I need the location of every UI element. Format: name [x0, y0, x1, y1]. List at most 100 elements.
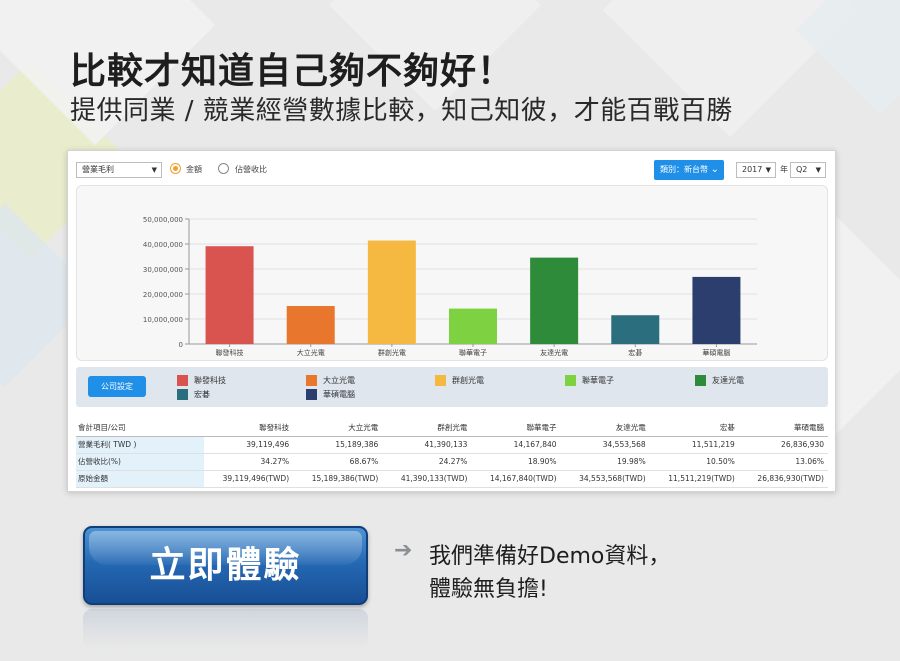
x-tick-label: 華碩電腦 [702, 348, 730, 357]
legend-label: 大立光電 [323, 376, 355, 385]
year-select-value: 2017 [742, 165, 763, 174]
table-header-cell: 聯發科技 [204, 419, 294, 437]
chart-panel: 0 10,000,000 20,000,000 30,000,000 40,000,00… [76, 185, 828, 361]
legend-item[interactable]: 聯發科技 [177, 375, 226, 386]
y-tick-label: 30,000,000 [143, 266, 183, 274]
legend-item[interactable]: 華碩電腦 [306, 389, 355, 400]
category-button-label: 類別：新台幣 [660, 165, 708, 174]
table-header-cell: 友達光電 [560, 419, 650, 437]
table-header-cell: 宏碁 [649, 419, 739, 437]
company-settings-button[interactable]: 公司設定 [88, 376, 146, 397]
table-cell: 14,167,840 [471, 436, 561, 454]
quarter-select-value: Q2 [796, 165, 808, 174]
legend-label: 聯華電子 [582, 376, 614, 385]
year-select[interactable]: 2017 ▼ [736, 162, 776, 178]
legend-swatch [177, 375, 188, 386]
metric-select[interactable]: 營業毛利 ▼ [76, 162, 162, 178]
comparison-table: 會計項目/公司 聯發科技 大立光電 群創光電 聯華電子 友達光電 宏碁 華碩電腦… [76, 419, 828, 488]
table-cell: 34,553,568(TWD) [560, 470, 650, 488]
arrow-right-icon: ➔ [394, 538, 413, 563]
table-header-cell: 聯華電子 [471, 419, 561, 437]
headline: 比較才知道自己夠不夠好！ [70, 51, 515, 92]
radio-revenue-ratio-label: 佔營收比 [235, 165, 267, 174]
demo-note: 我們準備好Demo資料， 體驗無負擔! [429, 540, 670, 606]
table-row: 營業毛利( TWD ) 39,119,496 15,189,386 41,390… [76, 436, 828, 454]
table-cell: 15,189,386 [293, 436, 383, 454]
button-reflection [83, 609, 368, 649]
table-row: 原始金額 39,119,496(TWD) 15,189,386(TWD) 41,… [76, 470, 828, 488]
bar [530, 257, 579, 344]
table-cell: 39,119,496(TWD) [204, 470, 294, 488]
table-cell: 34,553,568 [560, 436, 650, 454]
bar [692, 276, 741, 344]
y-tick-label: 40,000,000 [143, 241, 183, 249]
toolbar: 營業毛利 ▼ 金額 佔營收比 類別：新台幣 ⌄ 2017 ▼ 年 Q2 ▼ [76, 160, 828, 180]
dropdown-arrow-icon: ▼ [151, 166, 157, 174]
bar-chart: 0 10,000,000 20,000,000 30,000,000 40,000,00… [143, 216, 757, 357]
table-row: 佔營收比(%) 34.27% 68.67% 24.27% 18.90% 19.9… [76, 453, 828, 471]
subheadline: 提供同業 / 競業經營數據比較，知己知彼，才能百戰百勝 [70, 96, 733, 126]
table-cell: 26,836,930(TWD) [738, 470, 828, 488]
y-tick-label: 20,000,000 [143, 291, 183, 299]
x-tick-label: 聯發科技 [216, 348, 244, 357]
bar [367, 240, 416, 344]
try-now-button-label: 立即體驗 [149, 545, 302, 586]
table-cell: 11,511,219(TWD) [649, 470, 739, 488]
legend-swatch [695, 375, 706, 386]
table-cell: 14,167,840(TWD) [471, 470, 561, 488]
legend-item[interactable]: 宏碁 [177, 389, 210, 400]
legend-panel: 公司設定 聯發科技 大立光電 群創光電 聯華電子 友達光電 宏碁 華碩電腦 [76, 367, 828, 407]
radio-amount[interactable] [170, 163, 181, 174]
table-header-cell: 華碩電腦 [738, 419, 828, 437]
table-cell: 41,390,133(TWD) [382, 470, 472, 488]
legend-swatch [435, 375, 446, 386]
table-cell: 34.27% [204, 453, 294, 471]
y-tick-label: 50,000,000 [143, 216, 183, 224]
legend-label: 華碩電腦 [323, 390, 355, 399]
table-header-cell: 會計項目/公司 [76, 419, 204, 437]
x-tick-label: 友達光電 [540, 348, 568, 357]
y-tick-label: 10,000,000 [143, 316, 183, 324]
table-cell: 13.06% [738, 453, 828, 471]
table-cell: 19.98% [560, 453, 650, 471]
bar [205, 246, 254, 344]
y-tick-label: 0 [179, 341, 183, 349]
dropdown-arrow-icon: ▼ [815, 166, 821, 174]
legend-swatch [177, 389, 188, 400]
legend-label: 聯發科技 [194, 376, 226, 385]
radio-revenue-ratio[interactable] [218, 163, 229, 174]
quarter-select[interactable]: Q2 ▼ [790, 162, 826, 178]
year-label: 年 [780, 165, 788, 174]
legend-swatch [306, 389, 317, 400]
table-cell: 10.50% [649, 453, 739, 471]
x-tick-label: 群創光電 [378, 348, 406, 357]
bar [449, 308, 497, 344]
bar [611, 315, 660, 344]
metric-select-value: 營業毛利 [82, 165, 114, 174]
table-cell: 原始金額 [76, 470, 204, 488]
radio-amount-label: 金額 [186, 165, 202, 174]
legend-item[interactable]: 大立光電 [306, 375, 355, 386]
table-cell: 26,836,930 [738, 436, 828, 454]
table-cell: 39,119,496 [204, 436, 294, 454]
table-cell: 24.27% [382, 453, 472, 471]
table-cell: 15,189,386(TWD) [293, 470, 383, 488]
legend-item[interactable]: 群創光電 [435, 375, 484, 386]
legend-item[interactable]: 友達光電 [695, 375, 744, 386]
table-header-row: 會計項目/公司 聯發科技 大立光電 群創光電 聯華電子 友達光電 宏碁 華碩電腦 [76, 419, 828, 437]
legend-swatch [565, 375, 576, 386]
demo-note-line1: 我們準備好Demo資料， [429, 544, 671, 569]
table-cell: 營業毛利( TWD ) [76, 436, 204, 454]
table-cell: 11,511,219 [649, 436, 739, 454]
demo-note-line2: 體驗無負擔! [429, 577, 548, 602]
try-now-button[interactable]: 立即體驗 [83, 526, 368, 605]
legend-label: 宏碁 [194, 390, 210, 399]
category-currency-button[interactable]: 類別：新台幣 ⌄ [654, 160, 724, 180]
bar [286, 306, 335, 344]
legend-item[interactable]: 聯華電子 [565, 375, 614, 386]
chevron-down-icon: ⌄ [710, 164, 719, 175]
table-cell: 佔營收比(%) [76, 453, 204, 471]
x-tick-label: 宏碁 [628, 348, 642, 357]
legend-swatch [306, 375, 317, 386]
table-cell: 68.67% [293, 453, 383, 471]
